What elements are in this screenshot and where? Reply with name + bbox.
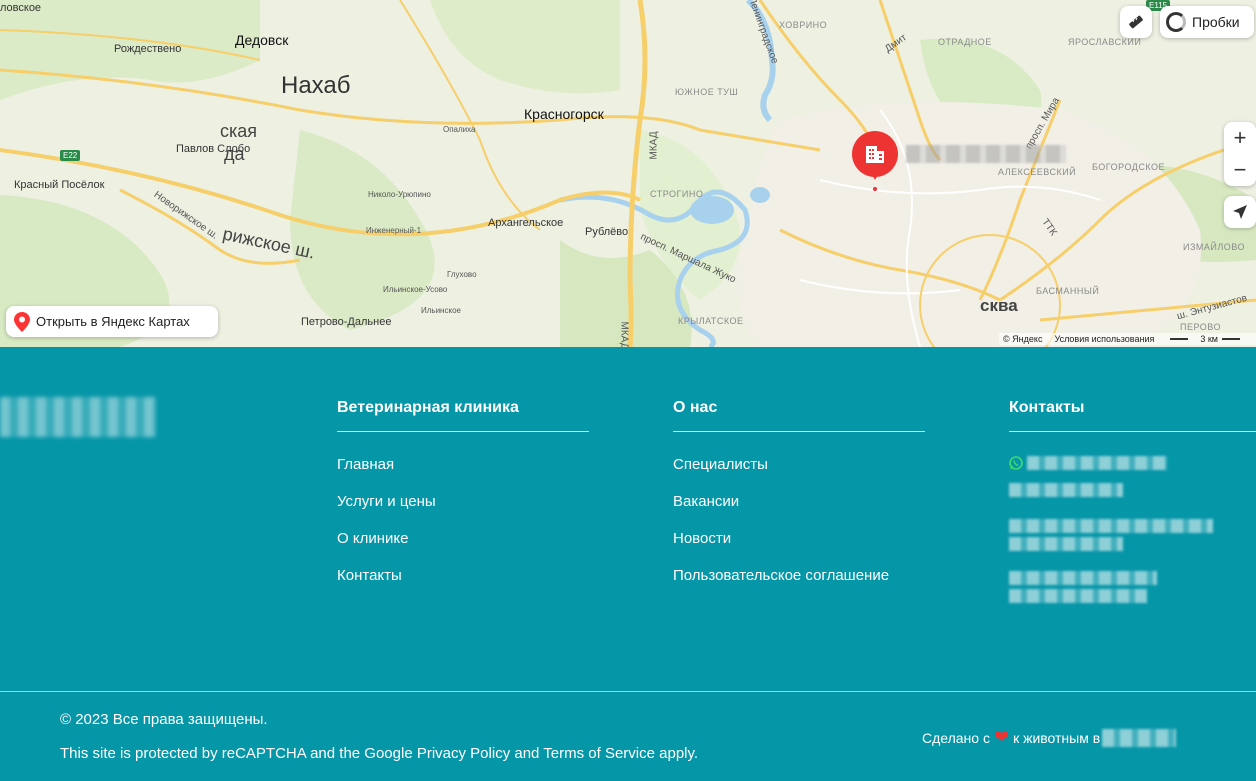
footer-column-about: О нас Специалисты Вакансии Новости Польз…: [673, 399, 925, 604]
zoom-control: + −: [1224, 122, 1256, 186]
district-label: ИЗМАЙЛОВО: [1183, 242, 1245, 252]
district-label: ЮЖНОЕ ТУШ: [675, 87, 739, 97]
city-label: сква: [980, 296, 1018, 315]
road-label: МКАД: [618, 321, 630, 347]
place-label: ская: [220, 121, 258, 141]
recaptcha-notice: This site is protected by reCAPTCHA and …: [60, 745, 699, 762]
scale-bar: [1222, 338, 1240, 340]
place-label: Петрово-Дальнее: [301, 316, 392, 328]
made-prefix: Сделано с: [922, 729, 990, 746]
yandex-copyright: © Яндекс: [1003, 334, 1043, 344]
made-suffix: к животным в: [1013, 729, 1101, 746]
footer-link-vacancies[interactable]: Вакансии: [673, 493, 925, 530]
traffic-toggle[interactable]: Пробки: [1160, 6, 1254, 38]
whatsapp-contact[interactable]: [1009, 444, 1256, 481]
hours-redacted: [1009, 571, 1157, 585]
hospital-icon: [866, 146, 884, 163]
place-label: ловское: [0, 2, 42, 14]
place-label: Опалиха: [443, 125, 476, 134]
ruler-icon: [1129, 15, 1143, 29]
place-label: Николо-Урюпино: [368, 190, 431, 199]
site-footer: Ветеринарная клиника Главная Услуги и це…: [0, 347, 1256, 781]
footer-link-home[interactable]: Главная: [337, 456, 589, 493]
ruler-button[interactable]: [1120, 6, 1152, 38]
open-in-yandex-maps-label: Открыть в Яндекс Картах: [36, 314, 190, 329]
heart-icon: ❤: [993, 727, 1010, 747]
district-label: ОТРАДНОЕ: [938, 37, 992, 47]
phone-redacted: [1027, 455, 1167, 470]
open-in-yandex-maps-button[interactable]: Открыть в Яндекс Картах: [6, 306, 218, 337]
place-label: Инженерный-1: [366, 226, 422, 235]
map-pin-icon: [14, 311, 30, 332]
footer-column-title: Ветеринарная клиника: [337, 399, 589, 432]
email-redacted[interactable]: [1009, 483, 1123, 497]
district-label: АЛЕКСЕЕВСКИЙ: [998, 167, 1077, 177]
pin-tail: [870, 171, 880, 180]
place-label: Павлов Слобо: [176, 143, 251, 155]
place-label: Дедовск: [235, 32, 289, 48]
district-label: БОГОРОДСКОЕ: [1092, 162, 1166, 172]
footer-link-news[interactable]: Новости: [673, 530, 925, 567]
traffic-icon: [1166, 12, 1186, 32]
scale-label: 3 км: [1200, 334, 1218, 344]
place-label: Красногорск: [524, 106, 604, 122]
footer-column-contacts: Контакты: [1009, 399, 1256, 607]
clinic-map-pin[interactable]: [852, 131, 898, 191]
district-label: ПЕРОВО: [1180, 322, 1221, 332]
made-with-love: Сделано с ❤ к животным в: [922, 727, 1177, 748]
address-redacted: [1009, 519, 1213, 533]
road-label: МКАД: [648, 131, 660, 160]
district-label: СТРОГИНО: [650, 189, 704, 199]
logo-redacted[interactable]: [0, 397, 156, 437]
yandex-map[interactable]: ловское Рождествено Дедовск Нахаб ская д…: [0, 0, 1256, 347]
place-label: Нахаб: [281, 72, 351, 99]
place-label: Красный Посёлок: [14, 179, 105, 191]
road-badge: E22: [60, 150, 81, 161]
zoom-in-button[interactable]: +: [1224, 122, 1256, 154]
zoom-out-button[interactable]: −: [1224, 154, 1256, 186]
terms-link[interactable]: Условия использования: [1054, 334, 1154, 344]
place-label: Ильинское-Усово: [383, 285, 448, 294]
footer-column-title: Контакты: [1009, 399, 1256, 432]
footer-link-services[interactable]: Услуги и цены: [337, 493, 589, 530]
place-label: Архангельское: [488, 217, 564, 229]
place-label: Рублёво: [585, 226, 629, 238]
hours-redacted: [1009, 589, 1147, 603]
location-arrow-icon: [1233, 205, 1247, 219]
developer-redacted[interactable]: [1102, 728, 1177, 747]
scale-bar: [1170, 338, 1189, 340]
map-attribution: © Яндекс Условия использования 3 км: [999, 333, 1256, 345]
footer-divider: [0, 691, 1256, 692]
pin-point: [873, 187, 877, 191]
place-label: Рождествено: [114, 43, 182, 55]
district-label: ЯРОСЛАВСКИЙ: [1068, 37, 1142, 47]
address-redacted: [1009, 537, 1123, 551]
place-label: Глухово: [447, 270, 477, 279]
place-label: Ильинское: [421, 306, 461, 315]
traffic-label: Пробки: [1192, 14, 1240, 30]
footer-link-about-clinic[interactable]: О клинике: [337, 530, 589, 567]
whatsapp-icon: [1009, 455, 1023, 470]
geolocation-button[interactable]: [1224, 196, 1256, 228]
clinic-name-redacted: [906, 145, 1066, 163]
footer-link-contacts[interactable]: Контакты: [337, 567, 589, 604]
district-label: БАСМАННЫЙ: [1036, 286, 1100, 296]
footer-column-clinic: Ветеринарная клиника Главная Услуги и це…: [337, 399, 589, 604]
copyright-text: © 2023 Все права защищены.: [60, 711, 268, 728]
district-label: КРЫЛАТСКОЕ: [678, 316, 744, 326]
footer-link-specialists[interactable]: Специалисты: [673, 456, 925, 493]
district-label: ХОВРИНО: [779, 20, 828, 30]
footer-column-title: О нас: [673, 399, 925, 432]
footer-link-user-agreement[interactable]: Пользовательское соглашение: [673, 567, 925, 604]
